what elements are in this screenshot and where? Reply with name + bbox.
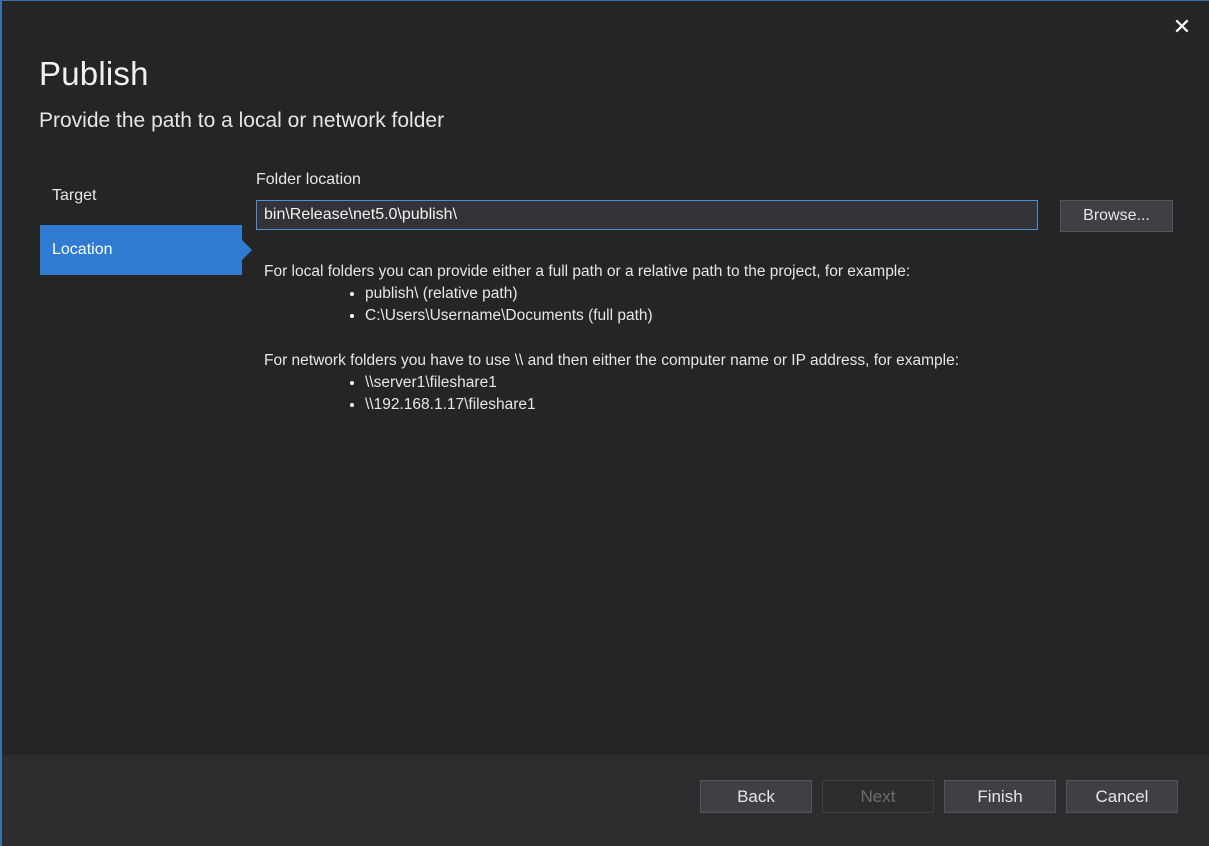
list-item: C:\Users\Username\Documents (full path) (365, 305, 910, 327)
nav-item-label: Target (52, 187, 97, 204)
network-folder-help-text: For network folders you have to use \\ a… (264, 352, 960, 369)
local-examples-list: publish\ (relative path) C:\Users\Userna… (264, 283, 910, 327)
finish-button[interactable]: Finish (944, 780, 1056, 813)
dialog-subtitle: Provide the path to a local or network f… (39, 109, 445, 132)
back-button[interactable]: Back (700, 780, 812, 813)
network-examples-list: \\server1\fileshare1 \\192.168.1.17\file… (264, 372, 959, 416)
wizard-steps-nav: Target Location (40, 171, 252, 275)
folder-location-input[interactable] (256, 200, 1038, 230)
browse-button[interactable]: Browse... (1060, 200, 1173, 232)
next-button: Next (822, 780, 934, 813)
close-icon[interactable]: ✕ (1171, 15, 1193, 39)
nav-item-location[interactable]: Location (40, 225, 252, 275)
dialog-title: Publish (39, 55, 149, 92)
list-item: publish\ (relative path) (365, 283, 910, 305)
nav-item-label: Location (52, 241, 113, 258)
network-folder-help: For network folders you have to use \\ a… (264, 350, 959, 416)
cancel-button[interactable]: Cancel (1066, 780, 1178, 813)
publish-dialog: ✕ Publish Provide the path to a local or… (0, 0, 1209, 846)
folder-location-label: Folder location (256, 171, 361, 188)
local-folder-help-text: For local folders you can provide either… (264, 263, 911, 280)
nav-item-target[interactable]: Target (40, 171, 242, 221)
list-item: \\192.168.1.17\fileshare1 (365, 394, 959, 416)
local-folder-help: For local folders you can provide either… (264, 261, 910, 327)
list-item: \\server1\fileshare1 (365, 372, 959, 394)
